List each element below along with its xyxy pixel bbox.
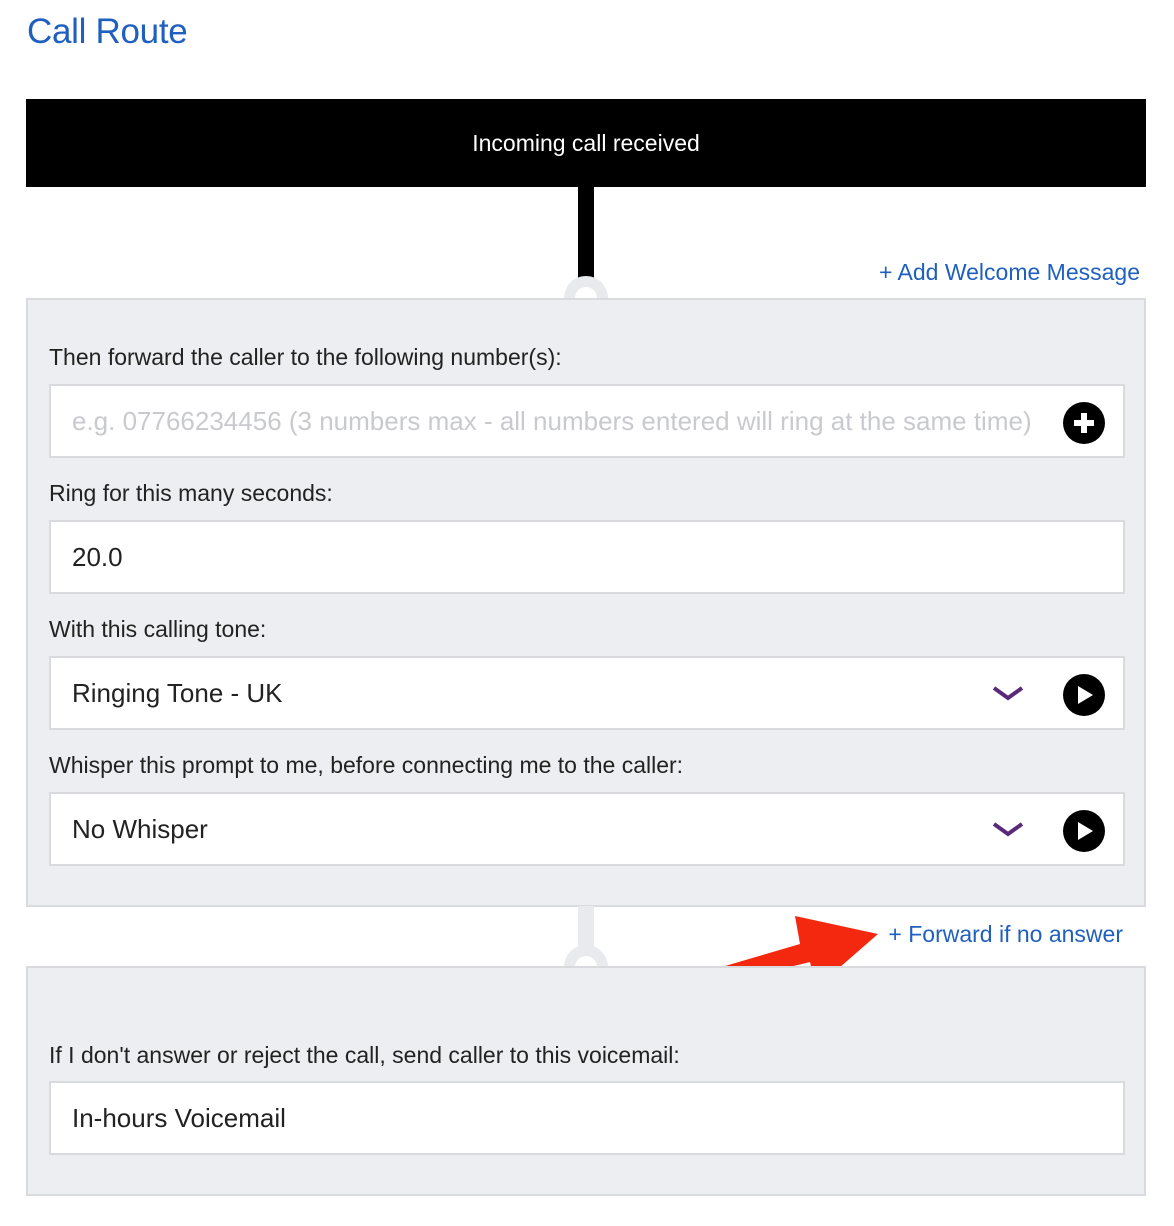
ring-seconds-field[interactable]: 20.0 — [49, 520, 1125, 594]
ring-seconds-label: Ring for this many seconds: — [49, 480, 333, 506]
calling-tone-label: With this calling tone: — [49, 616, 267, 642]
add-number-button[interactable] — [1063, 402, 1105, 444]
forward-panel: Then forward the caller to the following… — [26, 298, 1146, 907]
play-calling-tone-button[interactable] — [1063, 674, 1105, 716]
whisper-select[interactable]: No Whisper — [49, 792, 1125, 866]
page-title: Call Route — [27, 12, 188, 51]
forward-numbers-input[interactable] — [72, 405, 1052, 437]
incoming-call-label: Incoming call received — [472, 129, 700, 156]
incoming-call-node: Incoming call received — [26, 99, 1146, 187]
whisper-label: Whisper this prompt to me, before connec… — [49, 752, 684, 778]
calling-tone-selected: Ringing Tone - UK — [72, 677, 283, 708]
calling-tone-select[interactable]: Ringing Tone - UK — [49, 656, 1125, 730]
plus-icon — [1074, 413, 1094, 433]
forward-if-no-answer-link[interactable]: + Forward if no answer — [888, 921, 1123, 948]
voicemail-panel: If I don't answer or reject the call, se… — [26, 966, 1146, 1196]
play-icon — [1078, 822, 1093, 840]
chevron-down-icon[interactable] — [991, 684, 1025, 704]
forward-numbers-label: Then forward the caller to the following… — [49, 344, 562, 370]
play-whisper-button[interactable] — [1063, 810, 1105, 852]
whisper-selected: No Whisper — [72, 813, 208, 844]
ring-seconds-value[interactable]: 20.0 — [72, 542, 123, 573]
chevron-down-icon[interactable] — [991, 820, 1025, 840]
play-icon — [1078, 686, 1093, 704]
voicemail-select[interactable]: In-hours Voicemail — [49, 1081, 1125, 1155]
flow-connector — [578, 187, 594, 283]
voicemail-selected: In-hours Voicemail — [72, 1102, 286, 1133]
voicemail-label: If I don't answer or reject the call, se… — [49, 1042, 680, 1068]
forward-numbers-field[interactable] — [49, 384, 1125, 458]
add-welcome-message-link[interactable]: + Add Welcome Message — [879, 259, 1140, 286]
